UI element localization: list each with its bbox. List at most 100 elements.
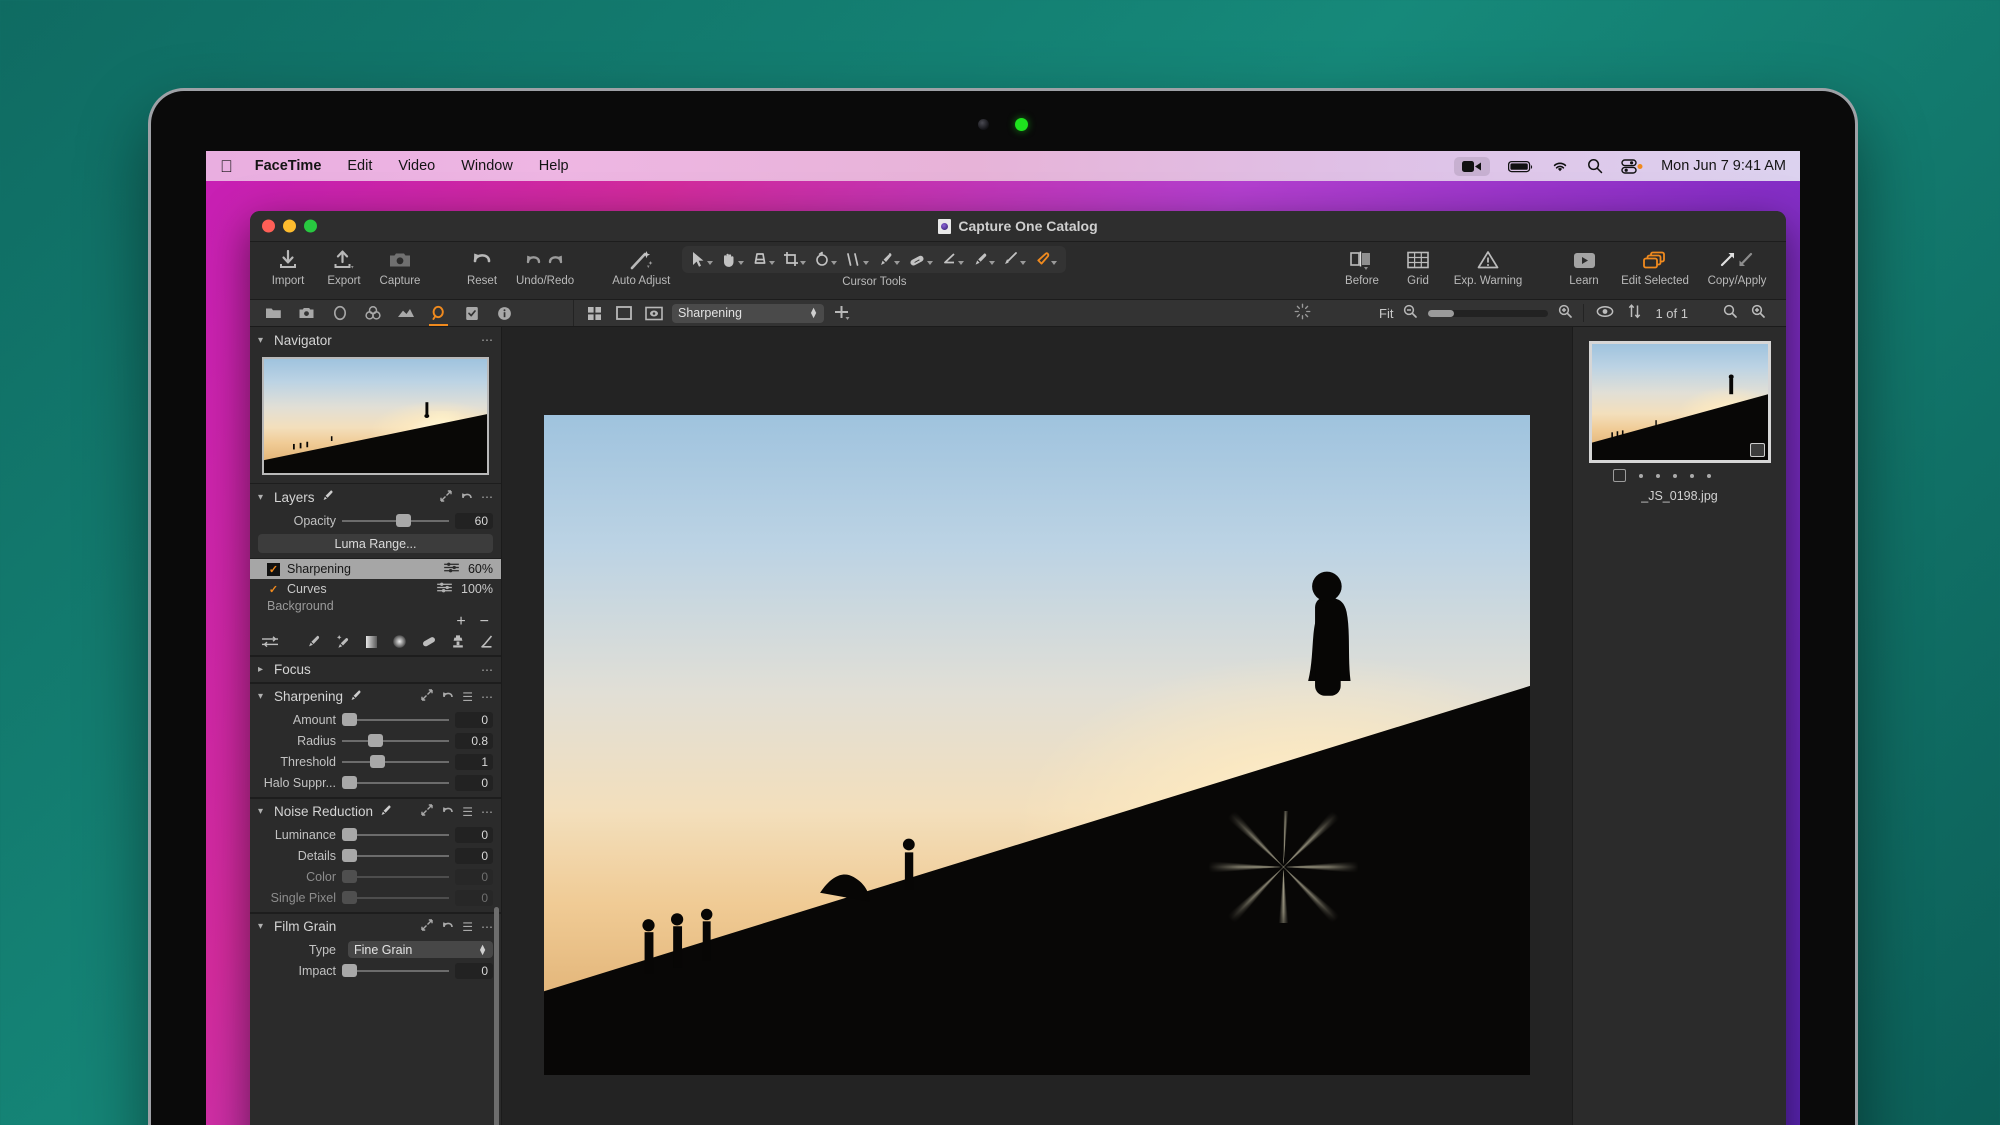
amount-slider[interactable] <box>342 713 449 726</box>
layer-item-sharpening[interactable]: ✓ Sharpening 60% <box>250 559 501 579</box>
thumbnail-adjustments-badge[interactable] <box>1749 443 1765 457</box>
more-icon[interactable]: ⋯ <box>481 920 493 934</box>
thumb-rating-4[interactable] <box>1689 473 1694 478</box>
gradient-mask-tool[interactable] <box>1000 249 1029 270</box>
capture-button[interactable]: Capture <box>372 246 428 287</box>
more-icon[interactable]: ⋯ <box>481 663 493 677</box>
control-center-icon[interactable] <box>1621 158 1643 174</box>
eraser-icon[interactable] <box>479 634 494 652</box>
sidebar-item-metadata[interactable] <box>489 300 520 326</box>
battery-icon[interactable] <box>1508 160 1533 173</box>
presets-icon[interactable]: ☰ <box>462 805 473 819</box>
heal-icon[interactable] <box>421 634 437 652</box>
layer-settings-icon[interactable] <box>444 562 459 576</box>
add-tool-icon[interactable] <box>830 303 854 323</box>
luminance-value[interactable]: 0 <box>455 826 493 843</box>
screen-recording-icon[interactable] <box>1454 156 1491 176</box>
reset-panel-icon[interactable] <box>441 919 454 934</box>
navigator-header[interactable]: ▾ Navigator ⋯ <box>250 327 501 353</box>
remove-layer-button[interactable]: − <box>480 613 489 631</box>
thumb-rating-5[interactable] <box>1706 473 1711 478</box>
halo-value[interactable]: 0 <box>455 774 493 791</box>
main-photo[interactable] <box>544 415 1530 1075</box>
halo-slider[interactable] <box>342 776 449 789</box>
navigator-preview[interactable] <box>262 357 489 475</box>
before-after-button[interactable]: Before <box>1334 246 1390 287</box>
focus-header[interactable]: ▸ Focus ⋯ <box>250 656 501 682</box>
wifi-icon[interactable] <box>1551 160 1569 173</box>
threshold-value[interactable]: 1 <box>455 753 493 770</box>
presets-icon[interactable]: ☰ <box>462 920 473 934</box>
reset-panel-icon[interactable] <box>441 804 454 819</box>
opacity-value[interactable]: 60 <box>455 512 493 529</box>
expand-icon[interactable] <box>421 689 433 704</box>
expand-icon[interactable] <box>421 804 433 819</box>
gradient-mask-icon[interactable] <box>365 635 378 652</box>
brush-icon[interactable] <box>379 804 392 820</box>
brush-icon[interactable] <box>349 689 362 705</box>
maximize-button[interactable] <box>304 219 317 233</box>
learn-button[interactable]: Learn <box>1556 246 1612 287</box>
impact-value[interactable]: 0 <box>455 962 493 979</box>
apple-logo-icon[interactable]:  <box>220 158 233 175</box>
layers-header[interactable]: ▾ Layers ⋯ <box>250 484 501 510</box>
more-icon[interactable]: ⋯ <box>481 490 493 504</box>
import-button[interactable]: Import <box>260 246 316 287</box>
search-icon[interactable] <box>1723 304 1738 322</box>
preview-view-icon[interactable] <box>642 303 666 323</box>
exposure-warning-button[interactable]: Exp. Warning <box>1446 246 1530 287</box>
spotlight-search-icon[interactable] <box>1587 158 1603 174</box>
brush-icon[interactable] <box>306 634 321 652</box>
color-value[interactable]: 0 <box>455 868 493 885</box>
clone-stamp-icon[interactable] <box>451 634 465 652</box>
auto-adjust-button[interactable]: Auto Adjust <box>606 246 676 287</box>
minimize-button[interactable] <box>283 219 296 233</box>
pan-tool[interactable] <box>718 249 747 270</box>
film-grain-header[interactable]: ▾ Film Grain ☰ ⋯ <box>250 913 501 939</box>
reset-panel-icon[interactable] <box>460 490 473 505</box>
grid-view-icon[interactable] <box>582 303 606 323</box>
sharpening-header[interactable]: ▾ Sharpening ☰ ⋯ <box>250 683 501 709</box>
thumbnail-image[interactable] <box>1588 341 1771 463</box>
export-button[interactable]: Export <box>316 246 372 287</box>
menu-help[interactable]: Help <box>539 158 569 174</box>
menu-facetime[interactable]: FaceTime <box>255 158 322 174</box>
layer-checkbox[interactable]: ✓ <box>267 562 280 576</box>
sort-icon[interactable] <box>1627 304 1642 322</box>
copy-apply-button[interactable]: Copy/Apply <box>1698 246 1776 287</box>
pen-tool[interactable] <box>1031 249 1060 270</box>
grid-button[interactable]: Grid <box>1390 246 1446 287</box>
thumb-zoom-icon[interactable] <box>1751 304 1766 322</box>
eye-icon[interactable] <box>1596 305 1614 321</box>
more-icon[interactable]: ⋯ <box>481 333 493 347</box>
more-icon[interactable]: ⋯ <box>481 690 493 704</box>
single-pixel-value[interactable]: 0 <box>455 889 493 906</box>
edit-selected-button[interactable]: Edit Selected <box>1612 246 1698 287</box>
sidebar-item-adjustments[interactable] <box>456 300 487 326</box>
rotate-tool[interactable] <box>811 249 840 270</box>
add-layer-button[interactable]: + <box>456 613 465 631</box>
layer-item-background[interactable]: Background <box>250 599 501 613</box>
expand-icon[interactable] <box>440 489 452 505</box>
amount-value[interactable]: 0 <box>455 711 493 728</box>
details-value[interactable]: 0 <box>455 847 493 864</box>
layer-checkbox[interactable]: ✓ <box>267 583 280 596</box>
fit-label[interactable]: Fit <box>1379 306 1393 321</box>
reset-button[interactable]: Reset <box>454 246 510 287</box>
impact-slider[interactable] <box>342 964 449 977</box>
thumb-rating-2[interactable] <box>1655 473 1660 478</box>
thumb-rating-1[interactable] <box>1638 473 1643 478</box>
layer-settings-icon[interactable] <box>437 582 452 596</box>
details-slider[interactable] <box>342 849 449 862</box>
eraser-tool[interactable] <box>938 249 967 270</box>
white-balance-tool[interactable] <box>749 249 778 270</box>
thumb-rating-3[interactable] <box>1672 473 1677 478</box>
brush-icon[interactable] <box>321 489 334 505</box>
zoom-out-icon[interactable] <box>1403 304 1418 322</box>
threshold-slider[interactable] <box>342 755 449 768</box>
opacity-slider[interactable] <box>342 514 449 527</box>
presets-icon[interactable]: ☰ <box>462 690 473 704</box>
film-grain-type-dropdown[interactable]: Fine Grain ▲ ▼ <box>348 941 493 958</box>
undo-redo-button[interactable]: Undo/Redo <box>510 246 580 287</box>
radius-value[interactable]: 0.8 <box>455 732 493 749</box>
